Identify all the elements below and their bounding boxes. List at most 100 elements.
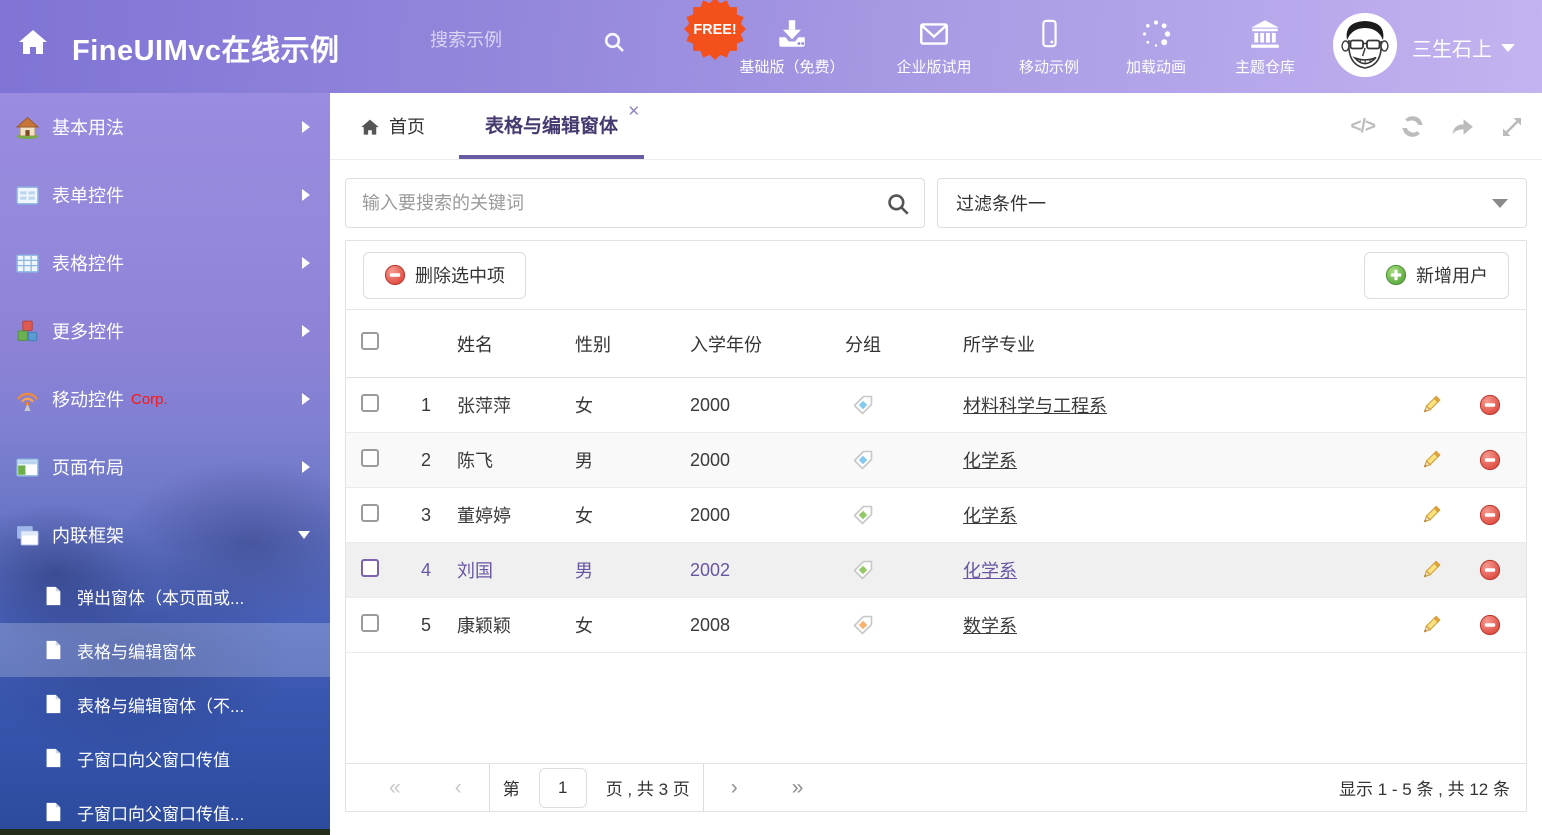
user-menu[interactable]: 三生石上 [1412, 33, 1515, 62]
page-prefix: 第 [503, 775, 520, 800]
file-icon [42, 639, 64, 661]
record-summary: 显示 1 - 5 条 , 共 12 条 [1339, 775, 1510, 800]
row-checkbox[interactable] [361, 614, 379, 632]
delete-selected-button[interactable]: 删除选中项 [363, 252, 526, 299]
delete-icon[interactable] [1479, 504, 1501, 526]
sidebar-item-basic-usage[interactable]: 基本用法 [0, 93, 330, 161]
tag-icon [852, 394, 874, 416]
tab-grid-edit-window[interactable]: 表格与编辑窗体 ✕ [459, 93, 644, 159]
code-icon[interactable]: </> [1351, 116, 1375, 138]
delete-icon[interactable] [1479, 394, 1501, 416]
row-checkbox[interactable] [361, 449, 379, 467]
first-page-button[interactable]: « [389, 777, 401, 798]
share-icon[interactable] [1450, 114, 1475, 139]
filter-row: 过滤条件一 [345, 178, 1527, 228]
sidebar-item-page-layout[interactable]: 页面布局 [0, 433, 330, 501]
table-row[interactable]: 2 陈飞 男 2000 化学系 [346, 433, 1526, 488]
cell-name: 陈飞 [449, 447, 567, 473]
table-row[interactable]: 1 张萍萍 女 2000 材料科学与工程系 [346, 378, 1526, 433]
major-link[interactable]: 化学系 [963, 451, 1017, 471]
edit-icon[interactable] [1420, 504, 1442, 526]
cell-gender: 女 [567, 392, 682, 418]
minus-circle-icon [384, 264, 406, 286]
column-header-group[interactable]: 分组 [837, 331, 955, 357]
button-label: 新增用户 [1416, 262, 1488, 288]
grid-toolbar: 删除选中项 新增用户 [346, 241, 1526, 310]
major-link[interactable]: 化学系 [963, 561, 1017, 581]
search-icon[interactable] [602, 30, 626, 59]
prev-page-button[interactable]: ‹ [455, 777, 462, 798]
sidebar-subitem-popup-window[interactable]: 弹出窗体（本页面或... [0, 569, 330, 623]
last-page-button[interactable]: » [792, 777, 804, 798]
nav-mobile-demo[interactable]: 移动示例 [1000, 16, 1098, 77]
edit-icon[interactable] [1420, 394, 1442, 416]
sidebar-subitem-child-to-parent-2[interactable]: 子窗口向父窗口传值... [0, 785, 330, 835]
add-user-button[interactable]: 新增用户 [1364, 252, 1509, 299]
cell-name: 康颖颖 [449, 612, 567, 638]
sidebar-item-grid-controls[interactable]: 表格控件 [0, 229, 330, 297]
keyword-search-input[interactable] [346, 193, 924, 214]
home-icon [360, 117, 380, 136]
bank-icon [1213, 16, 1317, 52]
tag-icon [852, 449, 874, 471]
divider [489, 764, 490, 811]
next-page-button[interactable]: › [731, 777, 738, 798]
spinner-icon [1107, 16, 1205, 52]
sidebar-subitem-label: 子窗口向父窗口传值... [77, 800, 244, 825]
home-icon[interactable] [16, 26, 50, 61]
cell-year: 2000 [682, 450, 837, 471]
search-icon[interactable] [885, 191, 911, 222]
row-number: 4 [411, 560, 449, 581]
delete-icon[interactable] [1479, 559, 1501, 581]
delete-icon[interactable] [1479, 449, 1501, 471]
sidebar-subitem-label: 表格与编辑窗体（不... [77, 692, 244, 717]
sidebar-subitem-label: 弹出窗体（本页面或... [77, 584, 244, 609]
edit-icon[interactable] [1420, 614, 1442, 636]
tab-home[interactable]: 首页 [360, 93, 425, 159]
expand-icon[interactable] [1500, 115, 1524, 139]
column-header-gender[interactable]: 性别 [567, 331, 682, 357]
table-row-selected[interactable]: 4 刘国 男 2002 化学系 [346, 543, 1526, 598]
header-search[interactable] [430, 30, 595, 51]
major-link[interactable]: 化学系 [963, 506, 1017, 526]
avatar[interactable] [1333, 13, 1397, 77]
nav-theme-repo[interactable]: 主题仓库 [1213, 16, 1317, 77]
page-suffix: 页 , 共 3 页 [606, 775, 690, 800]
sidebar-subitem-child-to-parent[interactable]: 子窗口向父窗口传值 [0, 731, 330, 785]
tab-label: 表格与编辑窗体 [485, 111, 618, 138]
major-link[interactable]: 数学系 [963, 616, 1017, 636]
sidebar-item-inline-frames[interactable]: 内联框架 [0, 501, 330, 569]
sidebar-subitem-grid-edit-window[interactable]: 表格与编辑窗体 [0, 623, 330, 677]
nav-enterprise-trial[interactable]: 企业版试用 [878, 16, 990, 77]
keyword-search-box[interactable] [345, 178, 925, 228]
nav-loading-animation[interactable]: 加载动画 [1107, 16, 1205, 77]
close-icon[interactable]: ✕ [627, 104, 640, 119]
nav-basic-free[interactable]: 基础版（免费） [727, 16, 857, 77]
edit-icon[interactable] [1420, 449, 1442, 471]
sidebar-item-mobile-controls[interactable]: 移动控件 Corp. [0, 365, 330, 433]
table-row[interactable]: 3 董婷婷 女 2000 化学系 [346, 488, 1526, 543]
header-search-input[interactable] [430, 30, 595, 51]
row-checkbox[interactable] [361, 559, 379, 577]
chevron-right-icon [302, 121, 310, 133]
row-checkbox[interactable] [361, 504, 379, 522]
column-header-year[interactable]: 入学年份 [682, 331, 837, 357]
table-row[interactable]: 5 康颖颖 女 2008 数学系 [346, 598, 1526, 653]
sidebar-subitem-grid-edit-window-2[interactable]: 表格与编辑窗体（不... [0, 677, 330, 731]
tab-toolbar: </> [1351, 93, 1524, 160]
row-checkbox[interactable] [361, 394, 379, 412]
chevron-right-icon [302, 325, 310, 337]
major-link[interactable]: 材料科学与工程系 [963, 396, 1107, 416]
refresh-icon[interactable] [1400, 114, 1425, 139]
select-all-checkbox[interactable] [361, 332, 379, 350]
delete-icon[interactable] [1479, 614, 1501, 636]
tag-icon [852, 559, 874, 581]
sidebar-item-form-controls[interactable]: 表单控件 [0, 161, 330, 229]
sidebar-item-more-controls[interactable]: 更多控件 [0, 297, 330, 365]
edit-icon[interactable] [1420, 559, 1442, 581]
column-header-major[interactable]: 所学专业 [955, 331, 1408, 357]
column-header-name[interactable]: 姓名 [449, 331, 567, 357]
app-title: FineUIMvc在线示例 [72, 27, 340, 69]
filter-dropdown[interactable]: 过滤条件一 [937, 178, 1527, 228]
page-number-input[interactable] [539, 768, 587, 808]
